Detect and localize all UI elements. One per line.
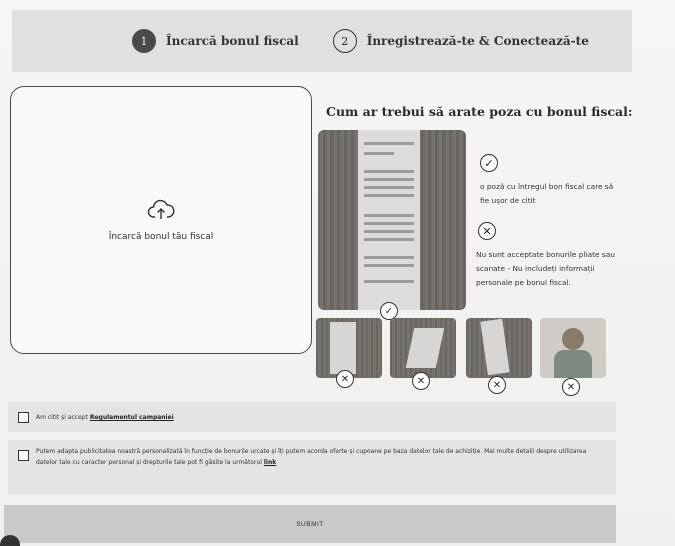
stepper: 1 Încarcă bonul fiscal 2 Înregistrează-t… <box>12 10 632 72</box>
marketing-label: Putem adapta publicitatea noastră person… <box>36 446 606 468</box>
check-icon: ✓ <box>480 154 498 172</box>
close-icon: ✕ <box>488 376 506 394</box>
marketing-checkbox[interactable] <box>18 450 29 461</box>
bad-rule-text: Nu sunt acceptate bonurile pliate sau sc… <box>476 250 615 287</box>
step-number: 2 <box>332 29 357 53</box>
terms-checkbox[interactable] <box>18 412 29 423</box>
marketing-text: Putem adapta publicitatea noastră person… <box>36 448 587 466</box>
step-label: Încarcă bonul fiscal <box>166 34 299 48</box>
terms-prefix: Am citit și accept <box>36 414 90 421</box>
cloud-upload-icon <box>147 198 175 226</box>
upload-label: Încarcă bonul tău fiscal <box>108 232 214 242</box>
close-icon: ✕ <box>478 222 496 240</box>
example-photo-bad <box>316 318 382 378</box>
page: 1 Încarcă bonul fiscal 2 Înregistrează-t… <box>0 0 675 546</box>
example-photo-bad <box>466 318 532 378</box>
good-rule-text: o poză cu întregul bon fiscal care să fi… <box>480 182 614 205</box>
step-label: Înregistrează-te & Conectează-te <box>366 34 589 48</box>
example-photo-bad <box>540 318 606 378</box>
submit-button[interactable]: SUBMIT <box>4 505 616 543</box>
example-photo-bad <box>390 318 456 378</box>
marketing-consent-row: Putem adapta publicitatea noastră person… <box>8 440 616 494</box>
step-number: 1 <box>132 29 156 53</box>
example-photo-good <box>318 130 466 310</box>
terms-link[interactable]: Regulamentul campaniei <box>90 414 174 421</box>
step-upload: 1 Încarcă bonul fiscal <box>132 29 299 53</box>
privacy-link[interactable]: link <box>264 459 276 466</box>
upload-dropzone[interactable]: Încarcă bonul tău fiscal <box>10 86 312 354</box>
guide-title: Cum ar trebui să arate poza cu bonul fis… <box>326 104 633 119</box>
receipt-image <box>358 130 420 310</box>
close-icon: ✕ <box>562 378 580 396</box>
step-register: 2 Înregistrează-te & Conectează-te <box>332 29 589 53</box>
terms-label: Am citit și accept Regulamentul campanie… <box>36 412 174 423</box>
close-icon: ✕ <box>336 370 354 388</box>
terms-consent-row: Am citit și accept Regulamentul campanie… <box>8 402 616 432</box>
close-icon: ✕ <box>412 372 430 390</box>
